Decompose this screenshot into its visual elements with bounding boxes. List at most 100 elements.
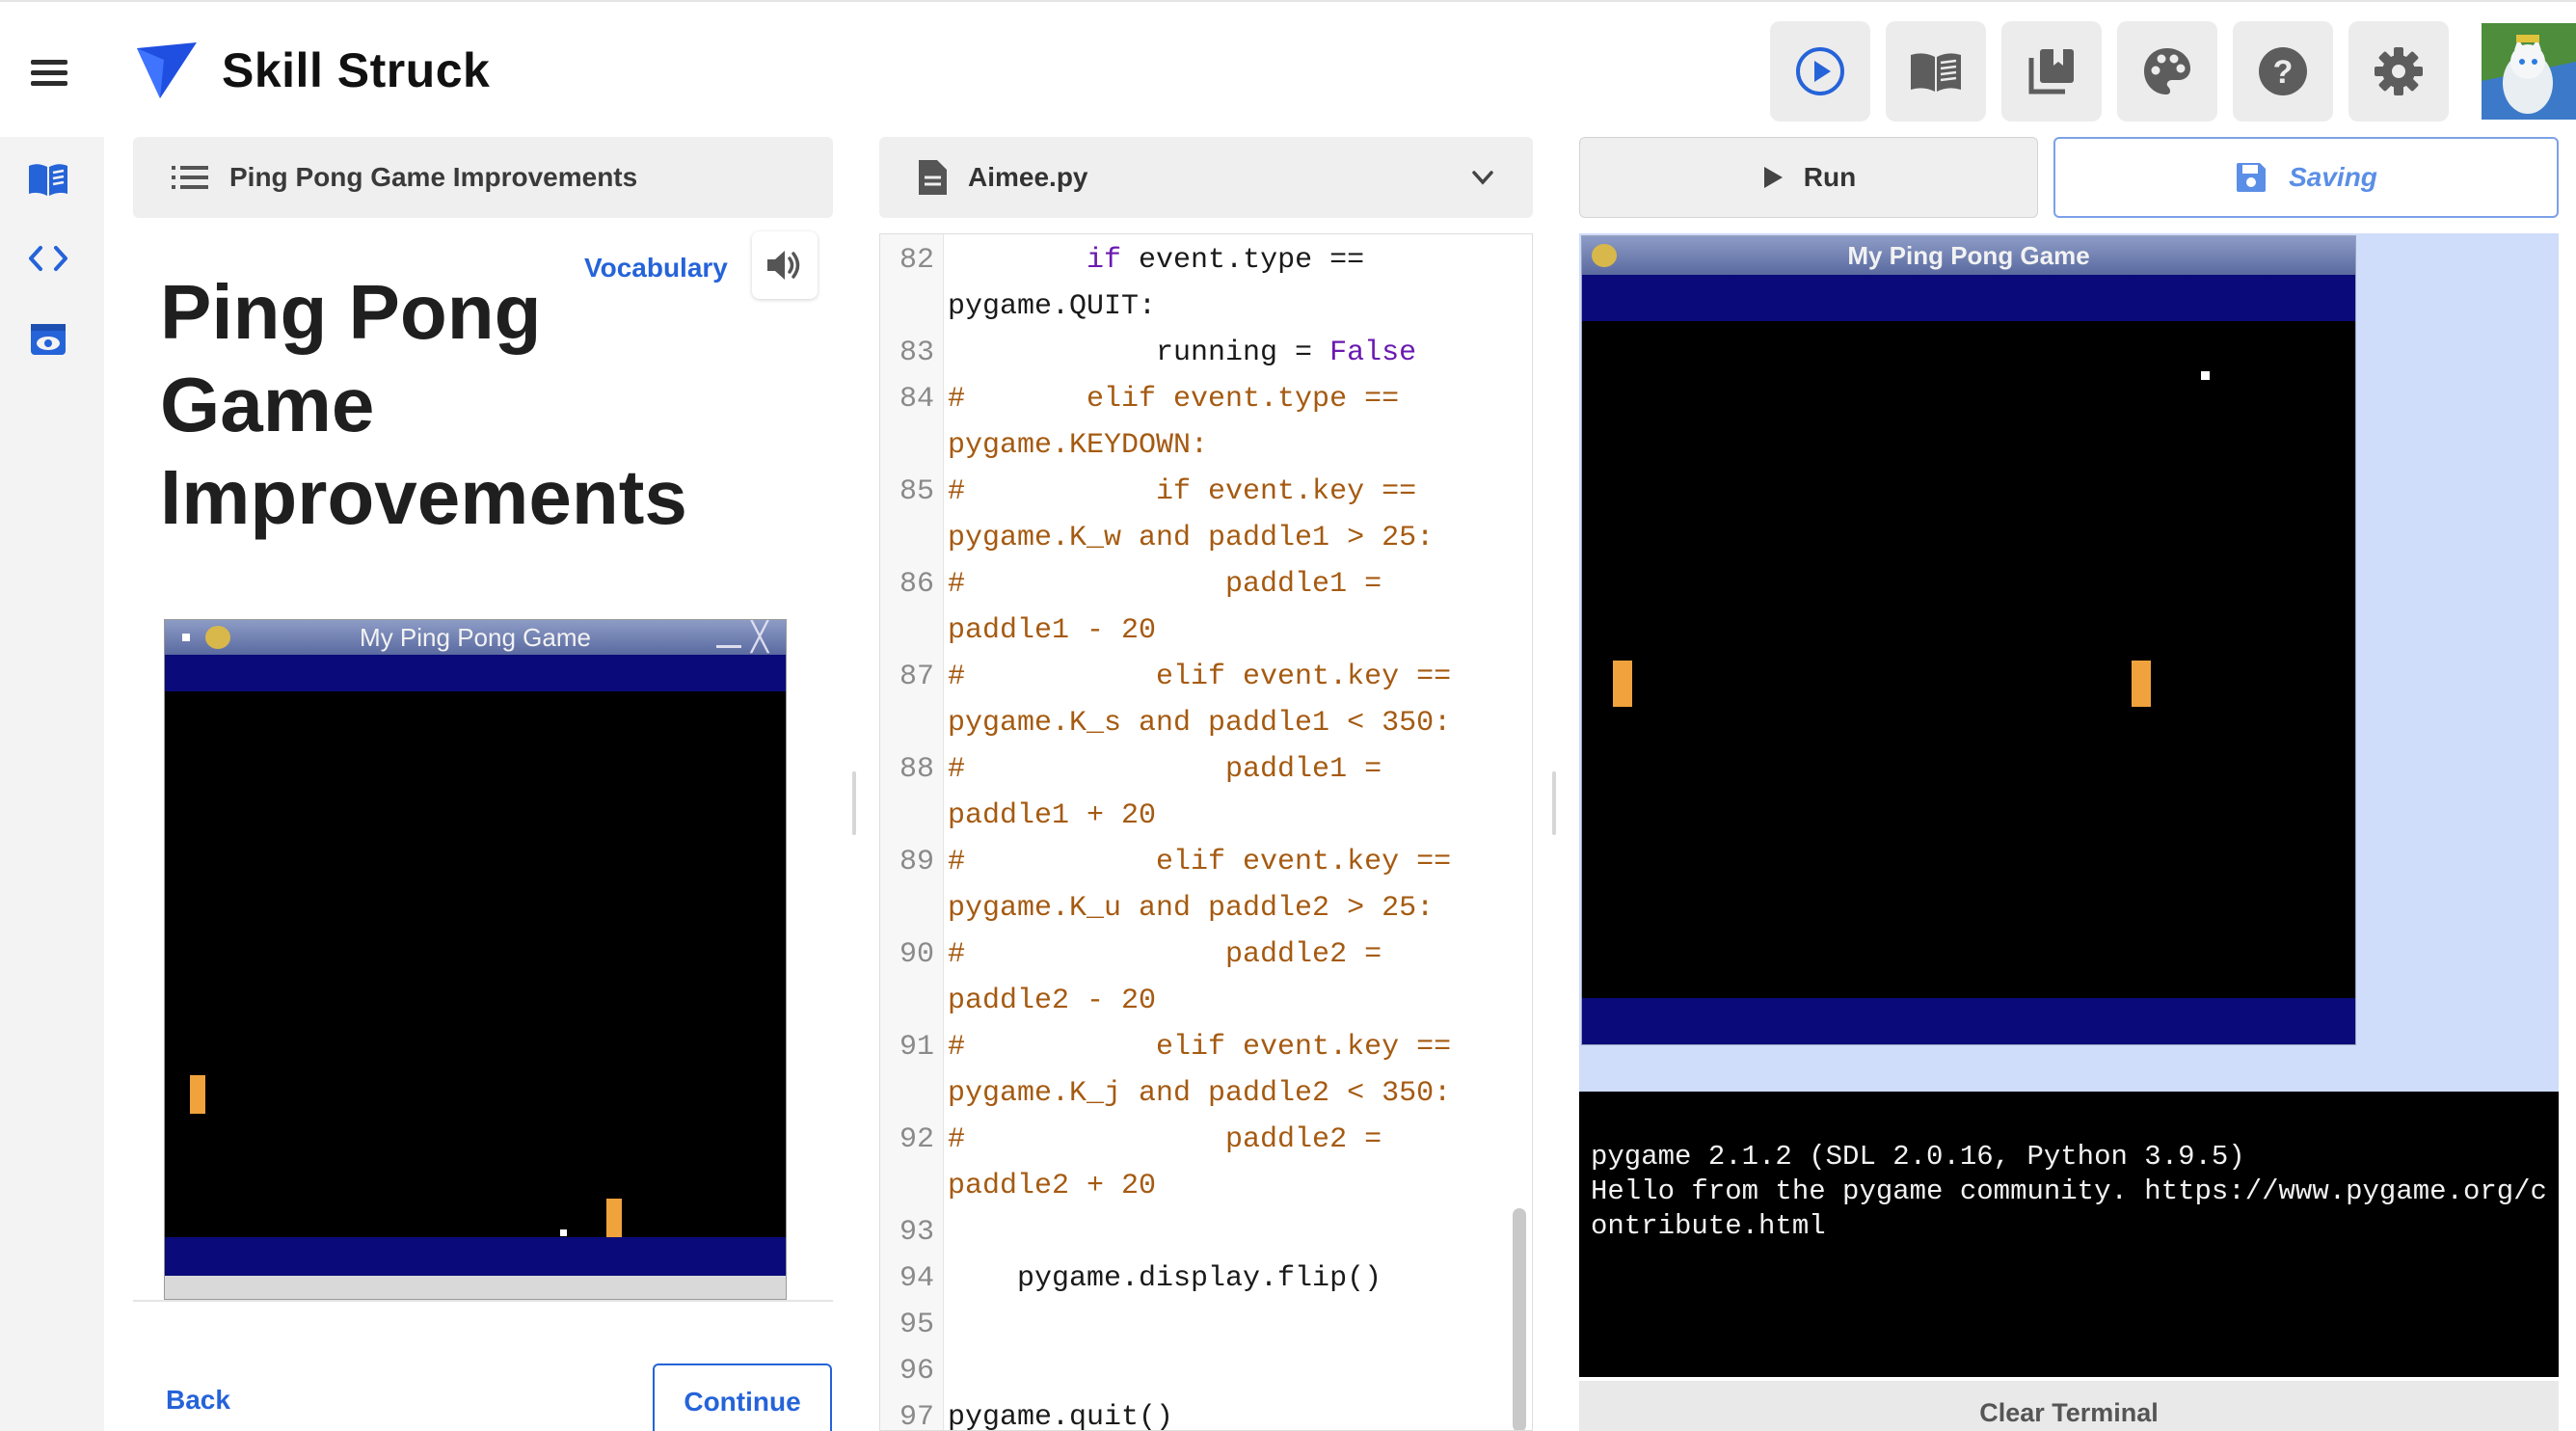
line-number: 84 (899, 383, 934, 416)
code-text: # if event.key == (948, 475, 1417, 508)
file-icon (919, 160, 947, 195)
lesson-header[interactable]: Ping Pong Game Improvements (133, 137, 833, 218)
terminal-output[interactable]: pygame 2.1.2 (SDL 2.0.16, Python 3.9.5) … (1579, 1092, 2559, 1377)
code-line[interactable]: 95 (880, 1302, 1532, 1348)
top-wall (1582, 275, 2355, 321)
list-icon (172, 166, 208, 189)
settings-button[interactable] (2348, 21, 2449, 122)
lesson-title: Ping Pong Game Improvements (160, 269, 687, 540)
hamburger-menu-icon[interactable] (27, 56, 71, 91)
library-icon (2028, 49, 2074, 94)
code-line[interactable]: 83 running = False (880, 330, 1532, 376)
code-line[interactable]: 92 # paddle2 = (880, 1117, 1532, 1163)
code-line[interactable]: 82 if event.type == (880, 237, 1532, 284)
gear-icon (2375, 47, 2423, 95)
code-text: pygame.K_w and paddle1 > 25: (948, 522, 1435, 554)
svg-text:?: ? (2273, 54, 2294, 91)
code-line[interactable]: 84 # elif event.type == (880, 376, 1532, 422)
code-line[interactable]: paddle1 + 20 (880, 793, 1532, 839)
close-icon: ╳ (751, 621, 769, 653)
code-text: pygame.K_u and paddle2 > 25: (948, 892, 1435, 925)
play-circle-icon (1796, 47, 1844, 95)
code-text: running = False (948, 337, 1417, 369)
line-number: 97 (899, 1401, 934, 1431)
code-line[interactable]: pygame.K_w and paddle1 > 25: (880, 515, 1532, 561)
book-button[interactable] (1886, 21, 1986, 122)
run-label: Run (1803, 162, 1857, 192)
game-window-titlebar: My Ping Pong Game ╳ (165, 620, 786, 655)
code-line[interactable]: pygame.KEYDOWN: (880, 422, 1532, 469)
code-line[interactable]: paddle2 - 20 (880, 978, 1532, 1024)
code-line[interactable]: pygame.K_u and paddle2 > 25: (880, 885, 1532, 932)
code-text: # paddle1 = (948, 753, 1382, 786)
save-disk-icon (2237, 163, 2267, 192)
code-line[interactable]: paddle1 - 20 (880, 608, 1532, 654)
lesson-tab[interactable] (25, 156, 71, 202)
code-line[interactable]: 90 # paddle2 = (880, 932, 1532, 978)
run-button[interactable]: Run (1579, 137, 2038, 218)
code-text: paddle1 + 20 (948, 799, 1157, 832)
line-number: 92 (899, 1123, 934, 1156)
code-text: pygame.K_j and paddle2 < 350: (948, 1077, 1452, 1110)
saving-label: Saving (2289, 162, 2377, 192)
code-text: # elif event.type == (948, 383, 1400, 416)
code-text: # paddle2 = (948, 938, 1382, 971)
line-number: 96 (899, 1355, 934, 1388)
theme-button[interactable] (2117, 21, 2217, 122)
code-line[interactable]: 88 # paddle1 = (880, 746, 1532, 793)
code-line[interactable]: 89 # elif event.key == (880, 839, 1532, 885)
code-text: pygame.K_s and paddle1 < 350: (948, 707, 1452, 740)
library-button[interactable] (2001, 21, 2102, 122)
skill-struck-logo-icon (137, 42, 197, 98)
right-paddle (606, 1199, 622, 1237)
code-line[interactable]: 93 (880, 1209, 1532, 1256)
code-line[interactable]: 97 pygame.quit() (880, 1394, 1532, 1431)
run-preview-button[interactable] (1770, 21, 1870, 122)
user-avatar[interactable] (2482, 23, 2576, 120)
lesson-header-title: Ping Pong Game Improvements (229, 162, 638, 192)
running-game-window[interactable]: My Ping Pong Game (1581, 235, 2356, 1045)
clear-terminal-button[interactable]: Clear Terminal (1579, 1381, 2559, 1431)
code-line[interactable]: 87 # elif event.key == (880, 654, 1532, 700)
code-text: # elif event.key == (948, 1031, 1452, 1064)
code-line[interactable]: pygame.K_s and paddle1 < 350: (880, 700, 1532, 746)
window-menu-icon (182, 634, 190, 641)
code-line[interactable]: paddle2 + 20 (880, 1163, 1532, 1209)
speaker-icon (767, 251, 800, 280)
editor-scrollbar[interactable] (1513, 1208, 1526, 1430)
pygame-snake-icon (205, 626, 230, 649)
code-text: paddle2 - 20 (948, 985, 1157, 1017)
code-line[interactable]: pygame.K_j and paddle2 < 350: (880, 1070, 1532, 1117)
file-selector[interactable]: Aimee.py (879, 137, 1533, 218)
code-line[interactable]: 94 pygame.display.flip() (880, 1256, 1532, 1302)
palette-icon (2144, 48, 2190, 94)
resize-handle-left[interactable] (852, 771, 856, 835)
line-number: 86 (899, 568, 934, 601)
line-number: 82 (899, 244, 934, 277)
code-text: if event.type == (1087, 244, 1365, 277)
resize-handle-right[interactable] (1552, 771, 1556, 835)
left-rail (0, 137, 104, 1431)
back-button[interactable]: Back (166, 1385, 230, 1416)
line-number: 90 (899, 938, 934, 971)
code-text: pygame.QUIT: (948, 290, 1157, 323)
code-text: # paddle1 = (948, 568, 1382, 601)
code-tab[interactable] (25, 235, 71, 282)
preview-eye-icon (31, 324, 66, 355)
code-line[interactable]: 85 # if event.key == (880, 469, 1532, 515)
continue-button[interactable]: Continue (653, 1364, 832, 1431)
code-line[interactable]: 96 (880, 1348, 1532, 1394)
save-button[interactable]: Saving (2053, 137, 2559, 218)
line-number: 88 (899, 753, 934, 786)
code-line[interactable]: 86 # paddle1 = (880, 561, 1532, 608)
preview-tab[interactable] (25, 316, 71, 363)
read-aloud-button[interactable] (752, 231, 818, 299)
code-editor[interactable]: 82 if event.type == pygame.QUIT: 83 runnin… (879, 233, 1533, 1431)
line-number: 83 (899, 337, 934, 369)
code-brackets-icon (29, 246, 67, 271)
code-line[interactable]: 91 # elif event.key == (880, 1024, 1532, 1070)
code-line[interactable]: pygame.QUIT: (880, 284, 1532, 330)
lesson-game-screenshot: My Ping Pong Game ╳ (164, 619, 787, 1300)
help-button[interactable]: ? (2233, 21, 2333, 122)
code-text: pygame.display.flip() (948, 1262, 1382, 1295)
